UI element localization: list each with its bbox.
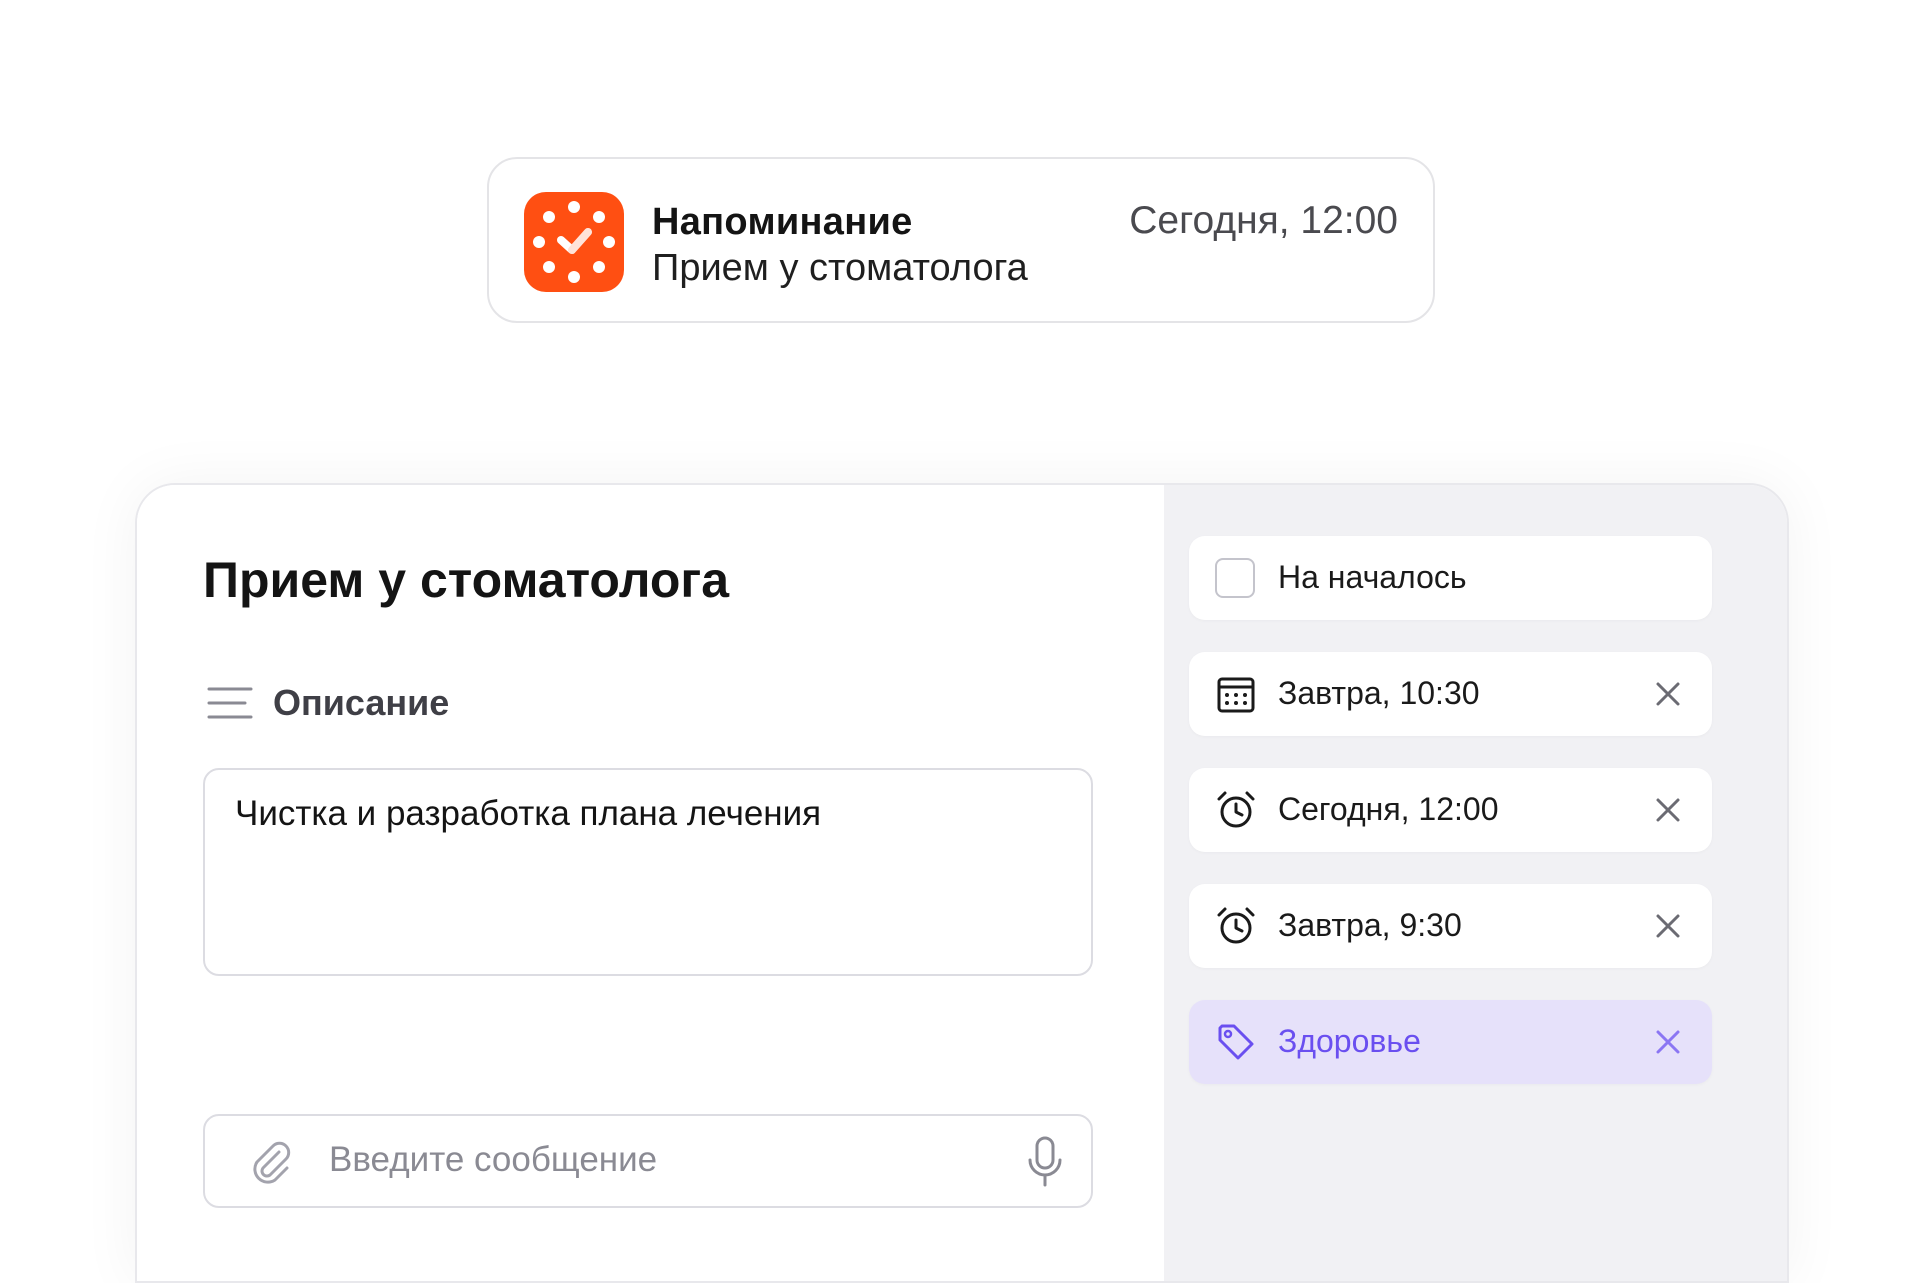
reminder-1-label: Сегодня, 12:00 [1278,791,1499,827]
tag-icon [1218,1024,1254,1060]
due-date-label: Завтра, 10:30 [1278,675,1480,711]
reminder-option-1[interactable]: Сегодня, 12:00 [1189,768,1712,852]
notification-app-name: Напоминание [652,201,913,243]
app-logo-icon [524,192,624,292]
alarm-clock-icon [1217,791,1255,828]
alarm-clock-icon [1217,907,1255,944]
task-main-panel: Прием у стоматолога Описание Чистка и ра… [137,485,1164,1281]
paperclip-icon[interactable] [249,1140,295,1186]
description-label: Описание [273,682,450,723]
close-icon[interactable] [1652,910,1684,942]
close-icon[interactable] [1652,794,1684,826]
close-icon[interactable] [1652,1026,1684,1058]
text-lines-icon [207,687,253,719]
start-option[interactable]: На началось [1189,536,1712,620]
notification-time: Сегодня, 12:00 [1129,199,1398,242]
due-date-option[interactable]: Завтра, 10:30 [1189,652,1712,736]
microphone-icon[interactable] [1025,1136,1065,1188]
description-header: Описание [207,681,449,725]
tag-option[interactable]: Здоровье [1189,1000,1712,1084]
notification-message: Прием у стоматолога [652,247,1028,289]
close-icon[interactable] [1652,678,1684,710]
calendar-icon [1217,677,1255,713]
message-placeholder: Введите сообщение [329,1140,658,1179]
task-title[interactable]: Прием у стоматолога [203,551,729,609]
message-input[interactable]: Введите сообщение [203,1114,1093,1208]
reminder-2-label: Завтра, 9:30 [1278,907,1462,943]
description-field[interactable]: Чистка и разработка плана лечения [203,768,1093,976]
reminder-option-2[interactable]: Завтра, 9:30 [1189,884,1712,968]
tag-label: Здоровье [1278,1023,1421,1059]
reminder-notification[interactable]: Напоминание Прием у стоматолога Сегодня,… [487,157,1435,323]
start-option-label: На началось [1278,559,1467,595]
start-checkbox[interactable] [1215,558,1255,598]
